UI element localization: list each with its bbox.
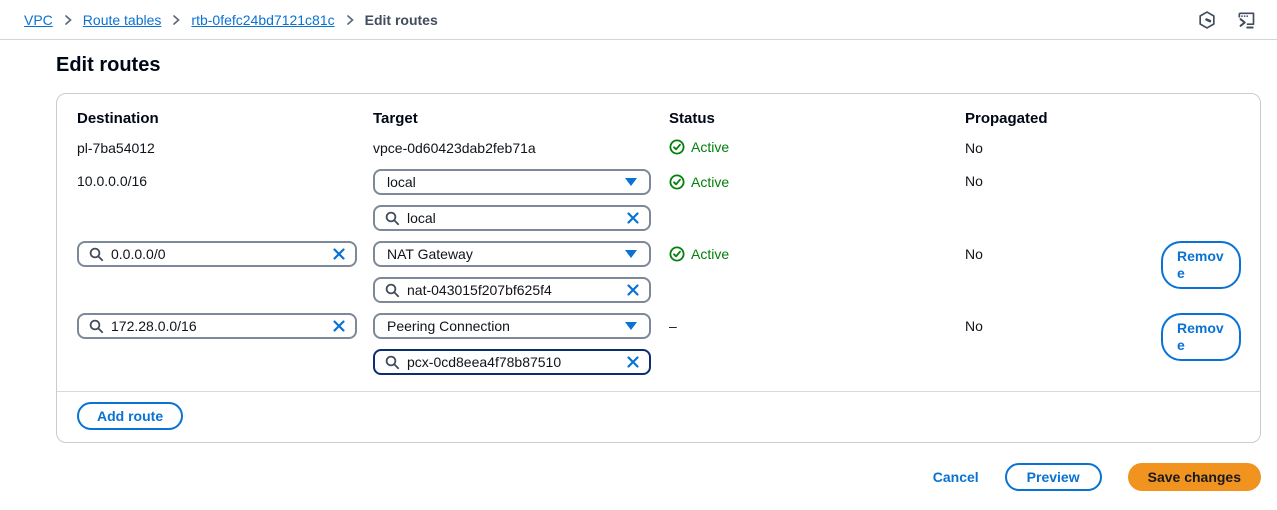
clear-icon[interactable] xyxy=(626,283,640,297)
status-label: Active xyxy=(691,139,729,155)
destination-search-input[interactable] xyxy=(111,246,325,262)
chevron-right-icon xyxy=(171,14,181,26)
clear-icon[interactable] xyxy=(626,355,640,369)
remove-route-button[interactable]: Remove xyxy=(1161,313,1241,361)
column-header-target: Target xyxy=(373,110,669,127)
add-route-button[interactable]: Add route xyxy=(77,402,183,430)
status-label: Active xyxy=(691,246,729,262)
search-icon xyxy=(89,247,104,262)
chevron-down-icon xyxy=(625,322,637,330)
destination-search-box xyxy=(77,241,357,267)
chevron-right-icon xyxy=(345,14,355,26)
target-search-input[interactable] xyxy=(407,282,619,298)
topbar: VPC Route tables rtb-0fefc24bd7121c81c E… xyxy=(0,0,1277,40)
target-type-selected: local xyxy=(387,174,416,190)
status-label: Active xyxy=(691,174,729,190)
clear-icon[interactable] xyxy=(626,211,640,225)
column-header-status: Status xyxy=(669,110,965,127)
chevron-down-icon xyxy=(625,178,637,186)
search-icon xyxy=(89,319,104,334)
destination-value: 10.0.0.0/16 xyxy=(77,169,373,189)
status-badge: Active xyxy=(669,241,965,262)
table-row: Peering Connection xyxy=(77,313,1240,375)
table-row: pl-7ba54012 vpce-0d60423dab2feb71a Activ… xyxy=(77,139,1240,157)
breadcrumb: VPC Route tables rtb-0fefc24bd7121c81c E… xyxy=(24,12,438,28)
propagated-value: No xyxy=(965,241,1161,262)
status-badge: Active xyxy=(669,139,965,155)
target-type-selected: NAT Gateway xyxy=(387,246,473,262)
propagated-value: No xyxy=(965,139,1161,157)
target-search-box xyxy=(373,205,651,231)
status-active-icon xyxy=(669,174,685,190)
status-active-icon xyxy=(669,246,685,262)
breadcrumb-link-route-tables[interactable]: Route tables xyxy=(83,12,162,28)
page-title: Edit routes xyxy=(56,54,1277,77)
preview-button[interactable]: Preview xyxy=(1005,463,1102,491)
search-icon xyxy=(385,211,400,226)
table-row: NAT Gateway xyxy=(77,241,1240,303)
table-row: 10.0.0.0/16 local xyxy=(77,169,1240,231)
breadcrumb-current: Edit routes xyxy=(365,12,438,28)
form-actions: Cancel Preview Save changes xyxy=(56,463,1261,491)
cancel-button[interactable]: Cancel xyxy=(933,469,979,485)
target-type-select[interactable]: local xyxy=(373,169,651,195)
target-type-select[interactable]: Peering Connection xyxy=(373,313,651,339)
target-type-select[interactable]: NAT Gateway xyxy=(373,241,651,267)
destination-value: pl-7ba54012 xyxy=(77,139,373,157)
status-active-icon xyxy=(669,139,685,155)
edit-routes-panel: Destination Target Status Propagated pl-… xyxy=(56,93,1261,443)
save-changes-button[interactable]: Save changes xyxy=(1128,463,1261,491)
search-icon xyxy=(385,283,400,298)
cloudshell-terminal-icon[interactable] xyxy=(1235,10,1257,30)
target-value: vpce-0d60423dab2feb71a xyxy=(373,139,669,157)
clear-icon[interactable] xyxy=(332,247,346,261)
target-search-input[interactable] xyxy=(407,210,619,226)
target-search-input[interactable] xyxy=(407,354,619,370)
remove-route-button[interactable]: Remove xyxy=(1161,241,1241,289)
breadcrumb-link-route-table-id[interactable]: rtb-0fefc24bd7121c81c xyxy=(191,12,334,28)
chevron-down-icon xyxy=(625,250,637,258)
propagated-value: No xyxy=(965,313,1161,334)
search-icon xyxy=(385,355,400,370)
table-header-row: Destination Target Status Propagated xyxy=(77,110,1240,127)
propagated-value: No xyxy=(965,169,1161,189)
status-badge: Active xyxy=(669,169,965,190)
target-search-box xyxy=(373,277,651,303)
destination-search-box xyxy=(77,313,357,339)
chevron-right-icon xyxy=(63,14,73,26)
clear-icon[interactable] xyxy=(332,319,346,333)
breadcrumb-link-vpc[interactable]: VPC xyxy=(24,12,53,28)
target-search-box-focused xyxy=(373,349,651,375)
column-header-destination: Destination xyxy=(77,110,373,127)
hexagon-clock-icon[interactable] xyxy=(1197,10,1217,30)
column-header-propagated: Propagated xyxy=(965,110,1161,127)
target-type-selected: Peering Connection xyxy=(387,318,510,334)
destination-search-input[interactable] xyxy=(111,318,325,334)
status-value: – xyxy=(669,313,965,334)
